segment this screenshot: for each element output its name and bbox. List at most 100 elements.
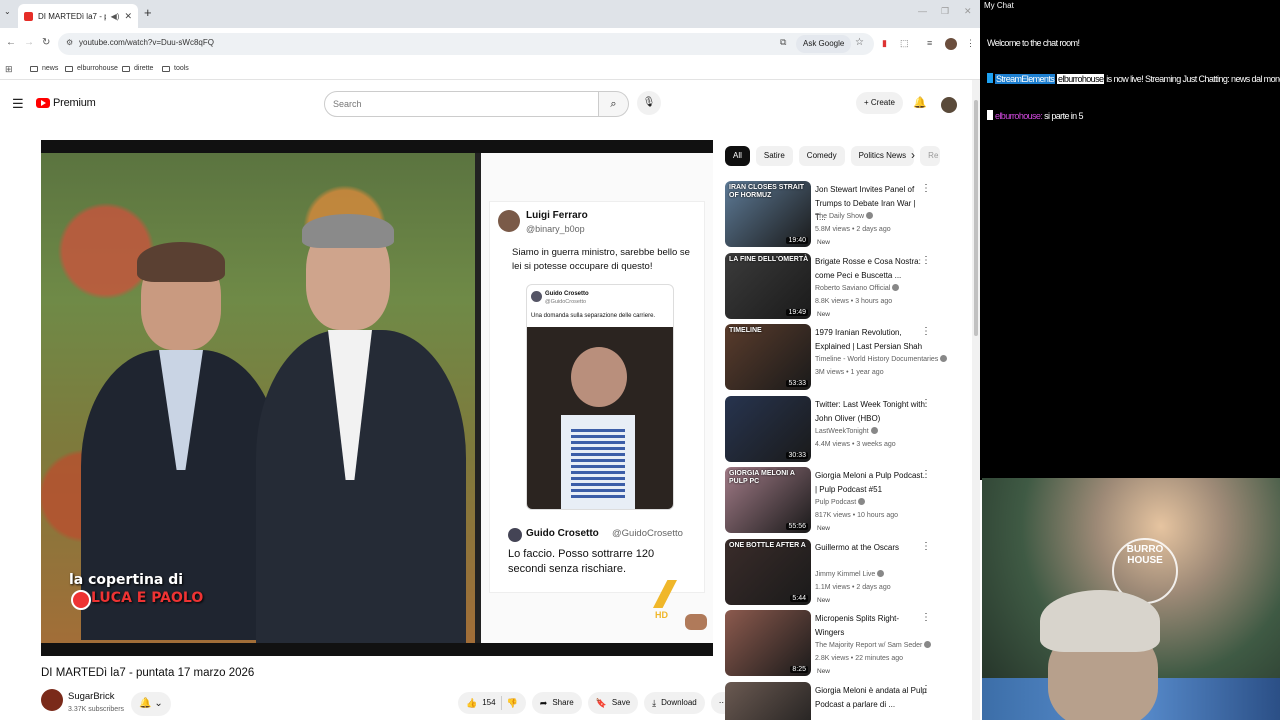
media-control-icon[interactable]: ≡	[927, 38, 932, 48]
recommendation-channel[interactable]: The Majority Report w/ Sam Seder	[815, 641, 932, 649]
tab-list-chevron-icon[interactable]: ⌄	[4, 7, 11, 16]
apps-grid-icon[interactable]: ⊞	[5, 64, 13, 75]
chip-satire[interactable]: Satire	[755, 146, 793, 166]
ask-google-button[interactable]: Ask Google	[796, 35, 852, 53]
recommendation-channel[interactable]: The Daily Show	[815, 212, 874, 220]
video-duration: 55:56	[786, 523, 808, 530]
audio-playing-icon[interactable]: ◀)	[111, 12, 120, 21]
share-button[interactable]: ➦ Share	[531, 692, 582, 714]
search-input[interactable]: Search	[324, 91, 599, 117]
more-options-icon[interactable]: ⋮	[921, 684, 931, 695]
recommendation-thumbnail[interactable]: 30:33	[725, 395, 811, 462]
recommendation-thumbnail[interactable]: GIORGIA MELONI A PULP PC 55:56	[725, 467, 811, 533]
divider	[500, 696, 502, 710]
chip-comedy[interactable]: Comedy	[798, 146, 845, 166]
recommendation-channel[interactable]: LastWeekTonight	[815, 426, 878, 435]
youtube-logo[interactable]: Premium	[36, 97, 96, 109]
recommendation-item[interactable]: TIMELINE 53:33 1979 Iranian Revolution, Ex…	[725, 324, 965, 390]
install-app-icon[interactable]: ⧉	[780, 37, 786, 48]
recommendation-title[interactable]: Giorgia Meloni è andata al Pulp Podcast …	[815, 684, 927, 712]
recommendation-item[interactable]: Giorgia Meloni è andata al Pulp Podcast …	[725, 681, 965, 720]
search-button[interactable]: ⌕	[599, 91, 629, 117]
subscription-bell-button[interactable]: 🔔 ⌄	[131, 692, 171, 716]
recommendation-item[interactable]: LA FINE DELL'OMERTÀ 19:49 Brigate Rosse e …	[725, 252, 965, 319]
thumbnail-caption: TIMELINE	[729, 327, 762, 334]
extension-icon[interactable]: ▮	[882, 38, 887, 49]
channel-avatar[interactable]	[41, 689, 63, 711]
browser-tab[interactable]: DI MARTEDì la7 - puntata 1 ◀) ✕	[18, 4, 138, 28]
recommendation-thumbnail[interactable]: LA FINE DELL'OMERTÀ 19:49	[725, 252, 811, 319]
like-icon[interactable]: 👍	[466, 692, 477, 714]
chip-truncated[interactable]: Re	[920, 146, 941, 166]
notifications-bell-icon[interactable]: 🔔	[913, 96, 927, 109]
address-bar[interactable]: ⚙ youtube.com/watch?v=Duu-sWc8qFQ ⧉ Ask …	[58, 33, 874, 55]
bookmark-star-icon[interactable]: ☆	[855, 37, 864, 48]
bookmark-folder[interactable]: tools	[162, 65, 189, 72]
recommendation-thumbnail[interactable]	[725, 681, 811, 720]
forward-icon[interactable]: →	[24, 37, 34, 48]
new-tab-icon[interactable]: +	[144, 5, 152, 20]
browser-menu-icon[interactable]: ⋮	[966, 38, 975, 49]
chat-text: is now live! Streaming Just Chatting: ne…	[1106, 74, 1280, 84]
create-button[interactable]: + Create	[856, 92, 903, 114]
more-options-icon[interactable]: ⋮	[921, 541, 931, 552]
recommendation-channel[interactable]: Timeline - World History Documentaries	[815, 355, 948, 363]
url-text[interactable]: youtube.com/watch?v=Duu-sWc8qFQ	[79, 38, 214, 47]
verified-icon	[866, 212, 874, 219]
thumbnail-caption: ONE BOTTLE AFTER A	[729, 541, 806, 549]
recommendation-item[interactable]: GIORGIA MELONI A PULP PC 55:56 Giorgia Mel…	[725, 467, 965, 533]
chip-all[interactable]: All	[725, 146, 750, 166]
hamburger-menu-icon[interactable]: ☰	[12, 96, 24, 112]
chat-welcome: Welcome to the chat room!	[987, 38, 1080, 48]
show-badge-icon	[71, 590, 91, 610]
save-button[interactable]: 🔖 Save	[587, 692, 639, 714]
bookmark-folder[interactable]: dirette	[122, 65, 153, 72]
recommendation-title[interactable]: Twitter: Last Week Tonight with John Oli…	[815, 398, 927, 426]
more-options-icon[interactable]: ⋮	[921, 183, 931, 194]
dislike-icon[interactable]: 👎	[507, 692, 518, 714]
plus-icon: +	[864, 98, 871, 107]
more-options-icon[interactable]: ⋮	[921, 255, 931, 266]
reload-icon[interactable]: ↻	[42, 37, 50, 48]
chip-politics-news[interactable]: Politics News	[850, 146, 915, 166]
recommendation-title[interactable]: 1979 Iranian Revolution, Explained | Las…	[815, 326, 927, 354]
download-button[interactable]: ⤓ Download	[644, 692, 705, 714]
more-options-icon[interactable]: ⋮	[921, 469, 931, 480]
more-options-icon[interactable]: ⋮	[921, 326, 931, 337]
recommendation-item[interactable]: IRAN CLOSES STRAIT OF HORMUZ 19:40 Jon Ste…	[725, 181, 965, 247]
voice-search-button[interactable]: 🎙	[637, 91, 661, 115]
close-window-icon[interactable]: ✕	[964, 6, 972, 17]
recommendation-channel[interactable]: Pulp Podcast	[815, 498, 866, 506]
new-badge: New	[817, 525, 831, 532]
extensions-puzzle-icon[interactable]: ⬚	[900, 38, 909, 49]
more-options-icon[interactable]: ⋮	[921, 398, 931, 409]
close-tab-icon[interactable]: ✕	[124, 11, 132, 22]
bookmark-folder[interactable]: elburrohouse	[65, 65, 118, 72]
recommendation-item[interactable]: 30:33 Twitter: Last Week Tonight with Joh…	[725, 395, 965, 462]
bookmark-folder[interactable]: news	[30, 65, 58, 72]
recommendation-thumbnail[interactable]: 8:25	[725, 610, 811, 676]
scrollbar-thumb[interactable]	[974, 100, 978, 336]
channel-name[interactable]: SugarBrick	[68, 691, 114, 702]
back-icon[interactable]: ←	[6, 37, 16, 48]
recommendation-title[interactable]: Guillermo at the Oscars	[815, 541, 927, 555]
recommendation-title[interactable]: Brigate Rosse e Cosa Nostra: come Peci e…	[815, 255, 927, 283]
minimize-icon[interactable]: —	[918, 6, 927, 16]
recommendation-title[interactable]: Micropenis Splits Right-Wingers	[815, 612, 927, 640]
recommendation-channel[interactable]: Jimmy Kimmel Live	[815, 569, 885, 578]
more-options-icon[interactable]: ⋮	[921, 612, 931, 623]
chevron-right-icon[interactable]: ›	[911, 148, 915, 162]
profile-avatar[interactable]	[945, 38, 957, 50]
account-avatar[interactable]	[941, 97, 957, 113]
like-count[interactable]: 154	[482, 692, 495, 714]
recommendation-item[interactable]: 8:25 Micropenis Splits Right-Wingers The M…	[725, 610, 965, 676]
recommendation-thumbnail[interactable]: ONE BOTTLE AFTER A 5:44	[725, 538, 811, 605]
recommendation-title[interactable]: Giorgia Meloni a Pulp Podcast. | Pulp Po…	[815, 469, 927, 497]
maximize-icon[interactable]: ❐	[941, 6, 949, 17]
recommendation-item[interactable]: ONE BOTTLE AFTER A 5:44 Guillermo at the O…	[725, 538, 965, 605]
recommendation-thumbnail[interactable]: TIMELINE 53:33	[725, 324, 811, 390]
recommendation-channel[interactable]: Roberto Saviano Official	[815, 283, 900, 292]
recommendation-thumbnail[interactable]: IRAN CLOSES STRAIT OF HORMUZ 19:40	[725, 181, 811, 247]
video-player[interactable]: la copertina di LUCA E PAOLO Luigi Ferra…	[41, 140, 713, 656]
site-info-icon[interactable]: ⚙	[66, 38, 73, 47]
